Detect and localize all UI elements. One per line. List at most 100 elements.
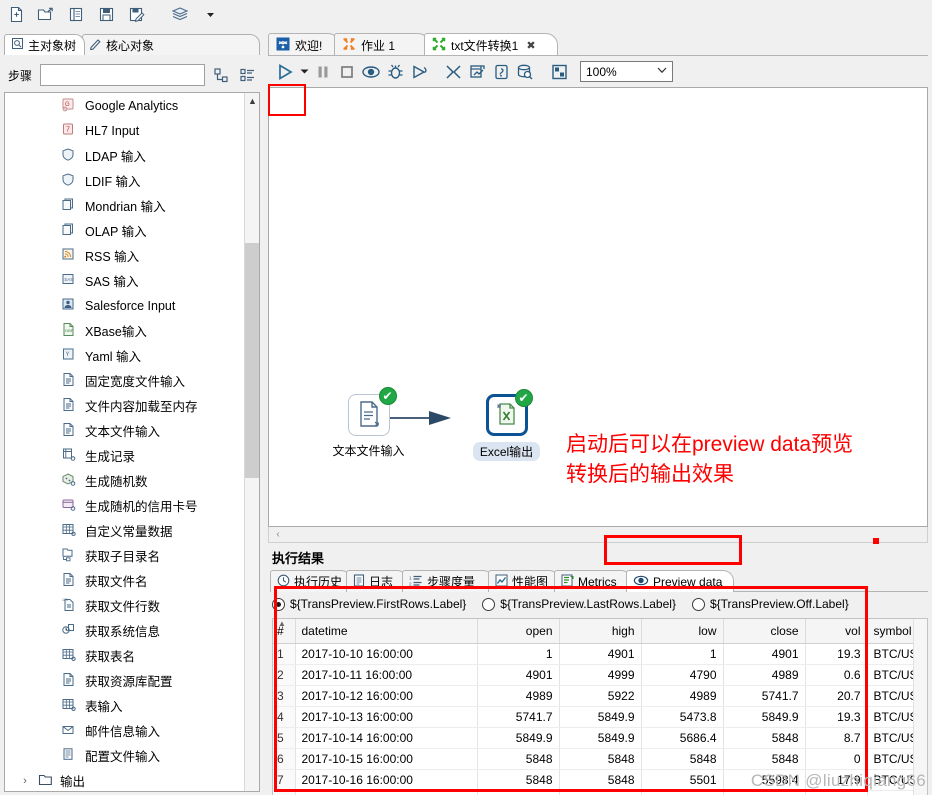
tree-item[interactable]: 获取表名	[5, 643, 243, 668]
tree-item[interactable]: 获取文件名	[5, 568, 243, 593]
preview-data-grid[interactable]: ▲ # datetime open high low close vol symb…	[272, 618, 928, 795]
tree-item[interactable]: 7 HL7 Input	[5, 118, 243, 143]
tree-item[interactable]: DBF XBase输入	[5, 318, 243, 343]
table-cell-close[interactable]: 4989	[723, 664, 806, 686]
table-row[interactable]: 2 2017-10-11 16:00:00 4901 4999 4790 4989 0.6 B…	[273, 664, 927, 686]
step-tree[interactable]: G Google Analytics 7 HL7 Input LDAP 输入 LDIF 输…	[4, 92, 260, 792]
tree-item[interactable]: G Google Analytics	[5, 93, 243, 118]
verify-button[interactable]	[442, 61, 464, 83]
show-grid-button[interactable]	[548, 61, 570, 83]
preview-mode-radio[interactable]: ${TransPreview.FirstRows.Label}	[272, 597, 466, 611]
editor-tab[interactable]: 作业 1	[334, 33, 430, 56]
table-cell-vol[interactable]: 0	[805, 748, 868, 770]
canvas-horizontal-scrollbar[interactable]: ‹	[268, 527, 928, 543]
table-cell-open[interactable]: 4901	[477, 664, 560, 686]
tree-item[interactable]: OLAP 输入	[5, 218, 243, 243]
results-tab[interactable]: 执行历史	[270, 570, 352, 592]
table-cell-vol[interactable]: 0.6	[805, 664, 868, 686]
tree-item[interactable]: 生成随机的信用卡号	[5, 493, 243, 518]
tree-item[interactable]: Salesforce Input	[5, 293, 243, 318]
table-cell-close[interactable]: 4901	[723, 643, 806, 665]
table-row[interactable]: 6 2017-10-15 16:00:00 5848 5848 5848 5848 0 BTC…	[273, 748, 927, 770]
table-cell-open[interactable]: 5848	[477, 748, 560, 770]
tree-item[interactable]: Mondrian 输入	[5, 193, 243, 218]
radio-button[interactable]	[691, 597, 705, 611]
column-header-low[interactable]: low	[641, 619, 724, 644]
save-icon[interactable]	[96, 4, 116, 24]
tab-core-objects[interactable]: 核心对象	[82, 34, 260, 55]
table-cell-open[interactable]: 1	[477, 643, 560, 665]
table-row[interactable]: 5 2017-10-14 16:00:00 5849.9 5849.9 5686.4 58…	[273, 727, 927, 749]
table-cell-vol[interactable]: 20.7	[805, 685, 868, 707]
table-cell-index[interactable]: 7	[273, 769, 296, 791]
table-cell-index[interactable]: 2	[273, 664, 296, 686]
tree-item[interactable]: LDAP 输入	[5, 143, 243, 168]
step-node-box[interactable]: ✔	[485, 389, 533, 436]
table-cell-open[interactable]: 5741.7	[477, 706, 560, 728]
table-cell-open[interactable]: 4989	[477, 685, 560, 707]
step-node-excel-output[interactable]: ✔ Excel输出	[459, 389, 554, 461]
run-options-caret[interactable]	[298, 61, 310, 83]
column-header-index[interactable]: ▲ #	[273, 619, 296, 644]
table-cell-close[interactable]: 5741.7	[723, 685, 806, 707]
radio-button[interactable]	[482, 597, 496, 611]
table-cell-vol[interactable]: 19.3	[805, 643, 868, 665]
table-cell-vol[interactable]: 8.7	[805, 727, 868, 749]
table-cell-datetime[interactable]: 2017-10-10 16:00:00	[295, 643, 478, 665]
run-button[interactable]	[274, 61, 296, 83]
table-cell-high[interactable]: 5848	[559, 748, 642, 770]
table-cell-vol[interactable]: 19.3	[805, 706, 868, 728]
scroll-up-icon[interactable]: ▲	[245, 93, 259, 108]
expand-all-icon[interactable]	[213, 66, 230, 84]
save-as-icon[interactable]	[126, 4, 146, 24]
tree-item[interactable]: 表输入	[5, 693, 243, 718]
close-icon[interactable]: ✖	[526, 39, 535, 52]
results-tab[interactable]: Metrics	[554, 570, 632, 592]
table-cell-open[interactable]: 5849.9	[477, 727, 560, 749]
table-cell-high[interactable]: 4999	[559, 664, 642, 686]
table-cell-close[interactable]: 5848	[723, 727, 806, 749]
explore-icon[interactable]	[66, 4, 86, 24]
generate-sql-button[interactable]	[490, 61, 512, 83]
table-cell-index[interactable]: 6	[273, 748, 296, 770]
results-tab[interactable]: 性能图	[488, 570, 560, 592]
tree-item[interactable]: 自定义常量数据	[5, 518, 243, 543]
table-cell-index[interactable]: 1	[273, 643, 296, 665]
table-cell-high[interactable]: 5849.9	[559, 706, 642, 728]
tree-item[interactable]: 邮件信息输入	[5, 718, 243, 743]
table-cell-high[interactable]: 5635.1	[559, 790, 642, 795]
table-cell-index[interactable]: 8	[273, 790, 296, 795]
tree-item[interactable]: SAS SAS 输入	[5, 268, 243, 293]
pause-button[interactable]	[312, 61, 334, 83]
replay-button[interactable]	[408, 61, 430, 83]
table-cell-datetime[interactable]: 2017-10-12 16:00:00	[295, 685, 478, 707]
explore-database-button[interactable]	[514, 61, 536, 83]
table-cell-index[interactable]: 5	[273, 727, 296, 749]
results-tab[interactable]: 1 2 步骤度量	[402, 570, 494, 592]
chevron-down-icon[interactable]	[200, 4, 220, 24]
zoom-select[interactable]: 100%	[580, 61, 673, 82]
search-input[interactable]	[40, 64, 206, 86]
step-node-box[interactable]: ✔	[347, 387, 397, 436]
column-header-close[interactable]: close	[723, 619, 806, 644]
step-node-text-file-input[interactable]: ✔ 文本文件输入	[321, 387, 416, 459]
table-cell-low[interactable]: 5686.4	[641, 727, 724, 749]
tree-item[interactable]: 生成随机数	[5, 468, 243, 493]
chevron-right-icon[interactable]: ›	[19, 775, 31, 787]
column-header-open[interactable]: open	[477, 619, 560, 644]
table-cell-index[interactable]: 4	[273, 706, 296, 728]
scroll-left-icon[interactable]: ‹	[272, 528, 284, 540]
table-cell-datetime[interactable]: 2017-10-11 16:00:00	[295, 664, 478, 686]
table-cell-datetime[interactable]: 2017-10-15 16:00:00	[295, 748, 478, 770]
tab-main-object-tree[interactable]: 主对象树	[4, 34, 86, 55]
collapse-all-icon[interactable]	[239, 66, 256, 84]
analyze-impact-button[interactable]	[466, 61, 488, 83]
debug-button[interactable]	[384, 61, 406, 83]
table-row[interactable]: 1 2017-10-10 16:00:00 1 4901 1 4901 19.3 BTC/US…	[273, 643, 927, 665]
tree-item[interactable]: 获取资源库配置	[5, 668, 243, 693]
column-header-vol[interactable]: vol	[805, 619, 868, 644]
open-file-icon[interactable]	[36, 4, 56, 24]
results-tab[interactable]: Preview data	[626, 570, 734, 592]
table-cell-low[interactable]: 5473.8	[641, 706, 724, 728]
tree-item[interactable]: 获取系统信息	[5, 618, 243, 643]
